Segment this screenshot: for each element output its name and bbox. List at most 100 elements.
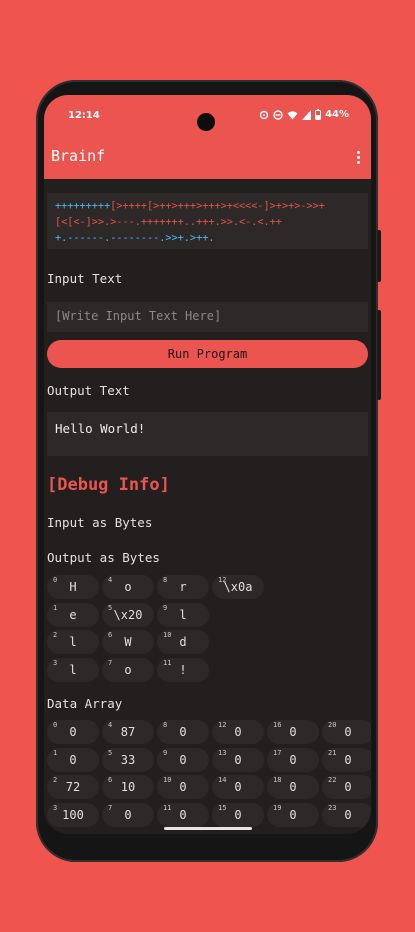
- byte-cell: 22 0: [322, 775, 371, 799]
- byte-cell: 80: [157, 720, 209, 744]
- byte-cell: 90: [157, 747, 209, 772]
- gesture-bar: [164, 827, 252, 830]
- byte-cell: 70: [102, 802, 154, 827]
- byte-cell: 18 0: [267, 775, 319, 799]
- byte-cell: 11!: [157, 657, 209, 682]
- byte-value: 0: [124, 807, 132, 822]
- byte-value: 0: [179, 807, 187, 822]
- byte-value: 100: [62, 807, 84, 822]
- byte-value: 0: [234, 725, 242, 739]
- byte-cell: 12 \x0a: [212, 575, 264, 599]
- byte-value: W: [124, 635, 132, 649]
- byte-value: 0: [179, 752, 187, 767]
- byte-value: 0: [289, 725, 297, 739]
- status-icons: 44%: [259, 109, 349, 120]
- byte-cell: 5 33: [102, 747, 154, 772]
- byte-value: l: [69, 635, 77, 649]
- data-array-label: Data Array: [47, 696, 123, 711]
- signal-icon: [302, 109, 312, 120]
- byte-cell: 23 0: [322, 802, 371, 827]
- volume-button: [377, 310, 381, 400]
- byte-cell: 6 10: [102, 775, 154, 799]
- byte-value: 0: [344, 780, 352, 794]
- byte-value: 0: [289, 752, 297, 767]
- byte-value: 0: [344, 752, 352, 767]
- code-line: [<[<-]>>.>---.+++++++..+++.>>.<-.<.++: [55, 217, 282, 228]
- byte-cell: 1e: [47, 602, 99, 627]
- input-text-field[interactable]: [Write Input Text Here]: [47, 302, 368, 332]
- run-program-button[interactable]: Run Program: [47, 340, 368, 368]
- byte-value: 0: [289, 807, 297, 822]
- byte-value: l: [69, 662, 77, 677]
- battery-percent: 44%: [325, 109, 349, 120]
- code-line: +++++++++[>++++[>++>+++>+++>+<<<<-]>+>+>…: [55, 201, 325, 212]
- status-time: 12:14: [68, 110, 100, 121]
- app-bar: 12:14 44% Brainf: [44, 95, 371, 179]
- byte-cell: 0H: [47, 575, 99, 599]
- byte-value: 0: [179, 725, 187, 739]
- byte-value: o: [124, 580, 132, 594]
- status-bar: 12:14 44%: [44, 107, 371, 131]
- byte-cell: 2 72: [47, 775, 99, 799]
- byte-cell: 10 d: [157, 630, 209, 654]
- byte-cell: 3 100: [47, 802, 99, 827]
- byte-value: o: [124, 662, 132, 677]
- code-editor[interactable]: +++++++++[>++++[>++>+++>+++>+<<<<-]>+>+>…: [47, 193, 368, 249]
- byte-value: r: [179, 580, 187, 594]
- byte-cell: 16 0: [267, 720, 319, 744]
- byte-cell: 4 87: [102, 720, 154, 744]
- byte-cell: 20 0: [322, 720, 371, 744]
- camera-cutout: [197, 113, 215, 131]
- byte-value: 0: [234, 780, 242, 794]
- byte-value: 0: [344, 807, 352, 822]
- byte-value: 87: [120, 725, 136, 739]
- output-text-field: Hello World!: [47, 412, 368, 456]
- phone-screen: 12:14 44% Brainf +++++++++[>++++[>++>+++…: [44, 95, 371, 834]
- byte-value: 10: [120, 780, 136, 794]
- byte-cell: 13 0: [212, 747, 264, 772]
- byte-cell: 10: [47, 747, 99, 772]
- byte-cell: 9l: [157, 602, 209, 627]
- input-text-label: Input Text: [47, 271, 123, 286]
- byte-cell: 00: [47, 720, 99, 744]
- do-not-disturb-icon: [273, 109, 283, 120]
- byte-value: 33: [120, 752, 136, 767]
- byte-value: 0: [179, 780, 187, 794]
- byte-cell: 17 0: [267, 747, 319, 772]
- byte-cell: 14 0: [212, 775, 264, 799]
- byte-cell: 19 0: [267, 802, 319, 827]
- byte-cell: 7o: [102, 657, 154, 682]
- byte-value: l: [179, 607, 187, 622]
- byte-cell: 4o: [102, 575, 154, 599]
- byte-value: 0: [289, 780, 297, 794]
- wifi-icon: [287, 110, 298, 119]
- byte-cell: 12 0: [212, 720, 264, 744]
- byte-cell: 2l: [47, 630, 99, 654]
- output-text-label: Output Text: [47, 383, 130, 398]
- byte-cell: 8r: [157, 575, 209, 599]
- byte-cell: 21 0: [322, 747, 371, 772]
- byte-value: 0: [344, 725, 352, 739]
- byte-value: e: [69, 607, 77, 622]
- byte-value: 72: [65, 780, 81, 794]
- byte-value: H: [69, 580, 77, 594]
- byte-value: 0: [69, 725, 77, 739]
- byte-cell: 11 0: [157, 802, 209, 827]
- byte-value: d: [179, 635, 187, 649]
- byte-value: \x20: [113, 607, 143, 622]
- input-bytes-label: Input as Bytes: [47, 515, 153, 530]
- byte-value: 0: [234, 752, 242, 767]
- power-button: [377, 230, 381, 282]
- byte-cell: 6W: [102, 630, 154, 654]
- data-saver-icon: [259, 110, 269, 119]
- byte-value: 0: [234, 807, 242, 822]
- byte-cell: 3l: [47, 657, 99, 682]
- battery-icon: [315, 109, 322, 120]
- byte-value: 0: [69, 752, 77, 767]
- byte-cell: 15 0: [212, 802, 264, 827]
- byte-value: \x0a: [223, 580, 253, 594]
- debug-info-heading: [Debug Info]: [47, 475, 170, 495]
- more-options-icon[interactable]: [357, 151, 361, 165]
- app-title: Brainf: [51, 147, 106, 165]
- code-line: +.------.--------.>>+.>++.: [55, 233, 215, 244]
